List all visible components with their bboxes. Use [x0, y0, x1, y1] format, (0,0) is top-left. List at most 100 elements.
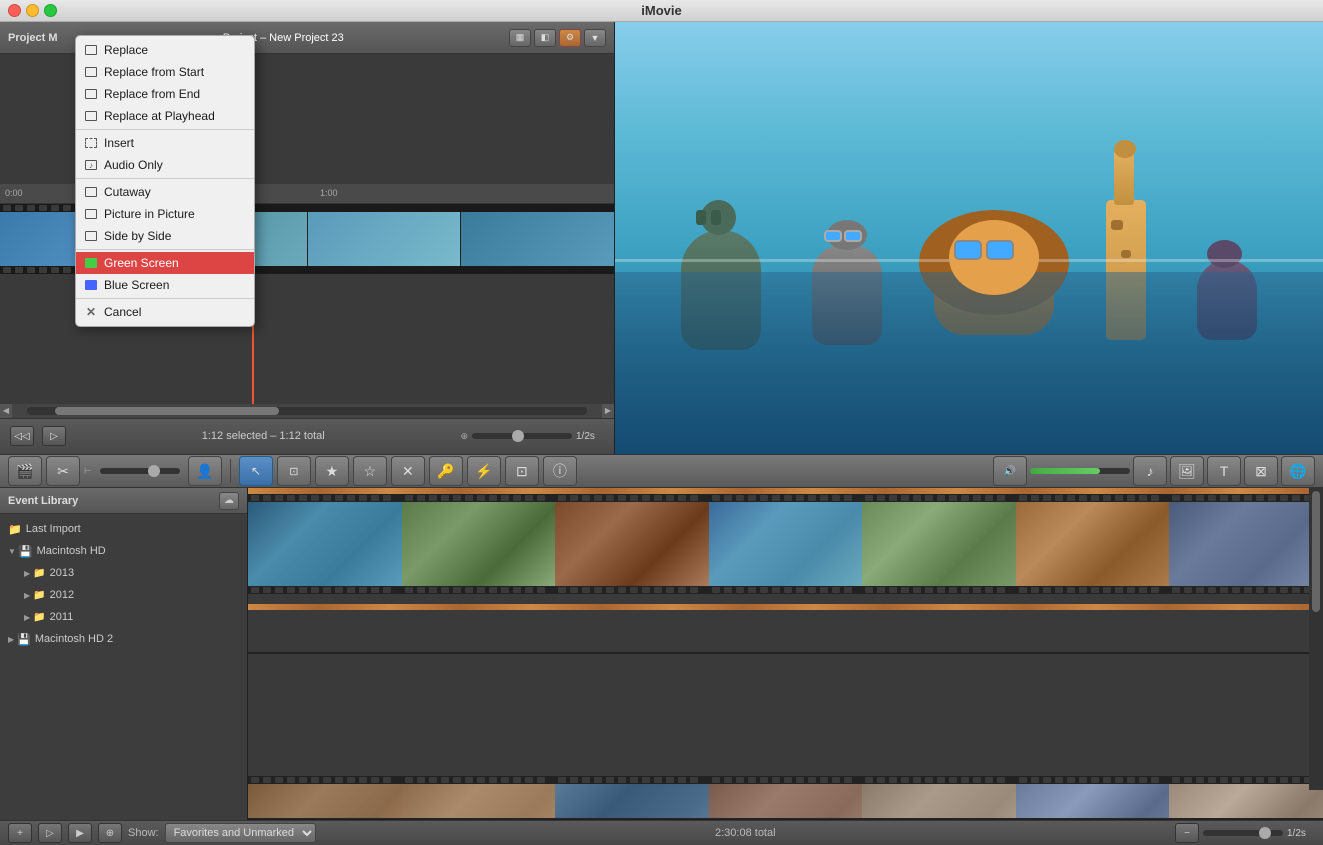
zoom-slider: ⊕ 1/2s [460, 431, 604, 442]
project-view-btn2[interactable]: ◧ [534, 29, 556, 47]
trim-tool-btn[interactable]: ⊡ [277, 456, 311, 486]
menu-item-cancel[interactable]: ✕ Cancel [76, 301, 254, 323]
event-clip-9[interactable] [402, 776, 556, 820]
event-clip-12[interactable] [862, 776, 1016, 820]
scroll-thumb[interactable] [55, 407, 279, 415]
transition-btn[interactable]: ⊠ [1244, 456, 1278, 486]
scroll-track [27, 407, 587, 415]
project-action-btn[interactable]: ▼ [584, 29, 606, 47]
v-scrollbar[interactable] [1309, 488, 1323, 790]
event-clip-1[interactable] [248, 494, 402, 594]
menu-item-green-screen[interactable]: Green Screen [76, 252, 254, 274]
close-button[interactable] [8, 4, 21, 17]
zoom-out-btn[interactable]: − [1175, 823, 1199, 843]
right-toolbar: 🔊 ♪ 🖼 T ⊠ 🌐 [993, 456, 1315, 486]
event-clip-3[interactable] [555, 494, 709, 594]
zoom-label: 1/2s [576, 431, 604, 442]
rewind-btn[interactable]: ◁◁ [10, 426, 34, 446]
event-browser[interactable] [248, 488, 1323, 820]
sidebar-item-macintosh-hd-2[interactable]: ▶ 💾 Macintosh HD 2 [0, 628, 247, 650]
menu-item-label: Blue Screen [104, 278, 169, 292]
zoom-track[interactable] [472, 433, 572, 439]
add-event-btn[interactable]: + [8, 823, 32, 843]
menu-item-blue-screen[interactable]: Blue Screen [76, 274, 254, 296]
view-mode-btn2[interactable]: ✂ [46, 456, 80, 486]
menu-item-audio-only[interactable]: ♪ Audio Only [76, 154, 254, 176]
menu-item-side-by-side[interactable]: Side by Side [76, 225, 254, 247]
menu-item-replace[interactable]: Replace [76, 39, 254, 61]
scroll-right[interactable]: ▶ [602, 404, 614, 418]
menu-item-replace-playhead[interactable]: Replace at Playhead [76, 105, 254, 127]
arrow-right-icon: ▶ [8, 635, 14, 644]
clip-slider-thumb[interactable] [148, 465, 160, 477]
favorite-btn[interactable]: ★ [315, 456, 349, 486]
event-clip-11[interactable] [709, 776, 863, 820]
map-btn[interactable]: 🌐 [1281, 456, 1315, 486]
sidebar-item-macintosh-hd[interactable]: ▼ 💾 Macintosh HD [0, 540, 247, 562]
project-btn-group: ▦ ◧ ⚙ ▼ [509, 29, 606, 47]
minimize-button[interactable] [26, 4, 39, 17]
sidebar-item-last-import[interactable]: 📁 Last Import [0, 518, 247, 540]
blue-screen-icon [84, 278, 98, 292]
folder-icon: 📁 [33, 612, 45, 623]
keyword-btn[interactable]: 🔑 [429, 456, 463, 486]
play-event-btn[interactable]: ▷ [38, 823, 62, 843]
vol-fill [1030, 468, 1100, 474]
view-mode-btn1[interactable]: 🎬 [8, 456, 42, 486]
music-btn[interactable]: ♪ [1133, 456, 1167, 486]
zoom-event-btn[interactable]: ⊕ [98, 823, 122, 843]
menu-item-replace-start[interactable]: Replace from Start [76, 61, 254, 83]
menu-item-label: Green Screen [104, 256, 179, 270]
h-scrollbar[interactable]: ◀ ▶ [0, 404, 614, 418]
sidebar-item-2011[interactable]: ▶ 📁 2011 [0, 606, 247, 628]
photo-btn[interactable]: 🖼 [1170, 456, 1204, 486]
pip-icon [84, 207, 98, 221]
menu-sep-4 [76, 298, 254, 299]
replace-end-icon [84, 87, 98, 101]
project-view-btn1[interactable]: ▦ [509, 29, 531, 47]
event-clip-4[interactable] [709, 494, 863, 594]
audio-vol-btn[interactable]: 🔊 [993, 456, 1027, 486]
event-clip-13[interactable] [1016, 776, 1170, 820]
people-btn[interactable]: 👤 [188, 456, 222, 486]
sidebar-item-2013[interactable]: ▶ 📁 2013 [0, 562, 247, 584]
scroll-left[interactable]: ◀ [0, 404, 12, 418]
zoom-thumb[interactable] [512, 430, 524, 442]
menu-item-picture-in-picture[interactable]: Picture in Picture [76, 203, 254, 225]
show-select[interactable]: Favorites and Unmarked Favorites Only Al… [165, 823, 316, 843]
unfav-btn[interactable]: ☆ [353, 456, 387, 486]
event-clip-7[interactable] [1169, 494, 1323, 594]
project-settings-btn[interactable]: ⚙ [559, 29, 581, 47]
menu-item-cutaway[interactable]: Cutaway [76, 181, 254, 203]
info-btn[interactable]: ⓘ [543, 456, 577, 486]
play-btn[interactable]: ▷ [42, 426, 66, 446]
sidebar-action-btn[interactable]: ☁ [219, 492, 239, 510]
event-clip-10[interactable] [555, 776, 709, 820]
maximize-button[interactable] [44, 4, 57, 17]
select-tool-btn[interactable]: ↖ [239, 456, 273, 486]
menu-item-label: Side by Side [104, 229, 171, 243]
menu-sep-3 [76, 249, 254, 250]
sidebar-tree: 📁 Last Import ▼ 💾 Macintosh HD ▶ 📁 2013 [0, 514, 247, 820]
footer-zoom-track[interactable] [1203, 830, 1283, 836]
enhance-btn[interactable]: ⚡ [467, 456, 501, 486]
crop-btn[interactable]: ⊡ [505, 456, 539, 486]
event-clip-2[interactable] [402, 494, 556, 594]
vol-slider[interactable] [1030, 468, 1130, 474]
title-btn[interactable]: T [1207, 456, 1241, 486]
footer-zoom-thumb[interactable] [1259, 827, 1271, 839]
clip-slider-track[interactable] [100, 468, 180, 474]
v-scroll-thumb[interactable] [1312, 491, 1320, 612]
sidebar-item-2012[interactable]: ▶ 📁 2012 [0, 584, 247, 606]
sidebar-item-label: Macintosh HD [37, 545, 106, 557]
menu-item-insert[interactable]: Insert [76, 132, 254, 154]
event-clip-8[interactable] [248, 776, 402, 820]
event-clip-5[interactable] [862, 494, 1016, 594]
play-event-btn2[interactable]: ▶ [68, 823, 92, 843]
event-clip-6[interactable] [1016, 494, 1170, 594]
reject-btn[interactable]: ✕ [391, 456, 425, 486]
menu-item-replace-end[interactable]: Replace from End [76, 83, 254, 105]
event-clip-14[interactable] [1169, 776, 1323, 820]
titlebar: iMovie [0, 0, 1323, 22]
menu-item-label: Replace [104, 43, 148, 57]
